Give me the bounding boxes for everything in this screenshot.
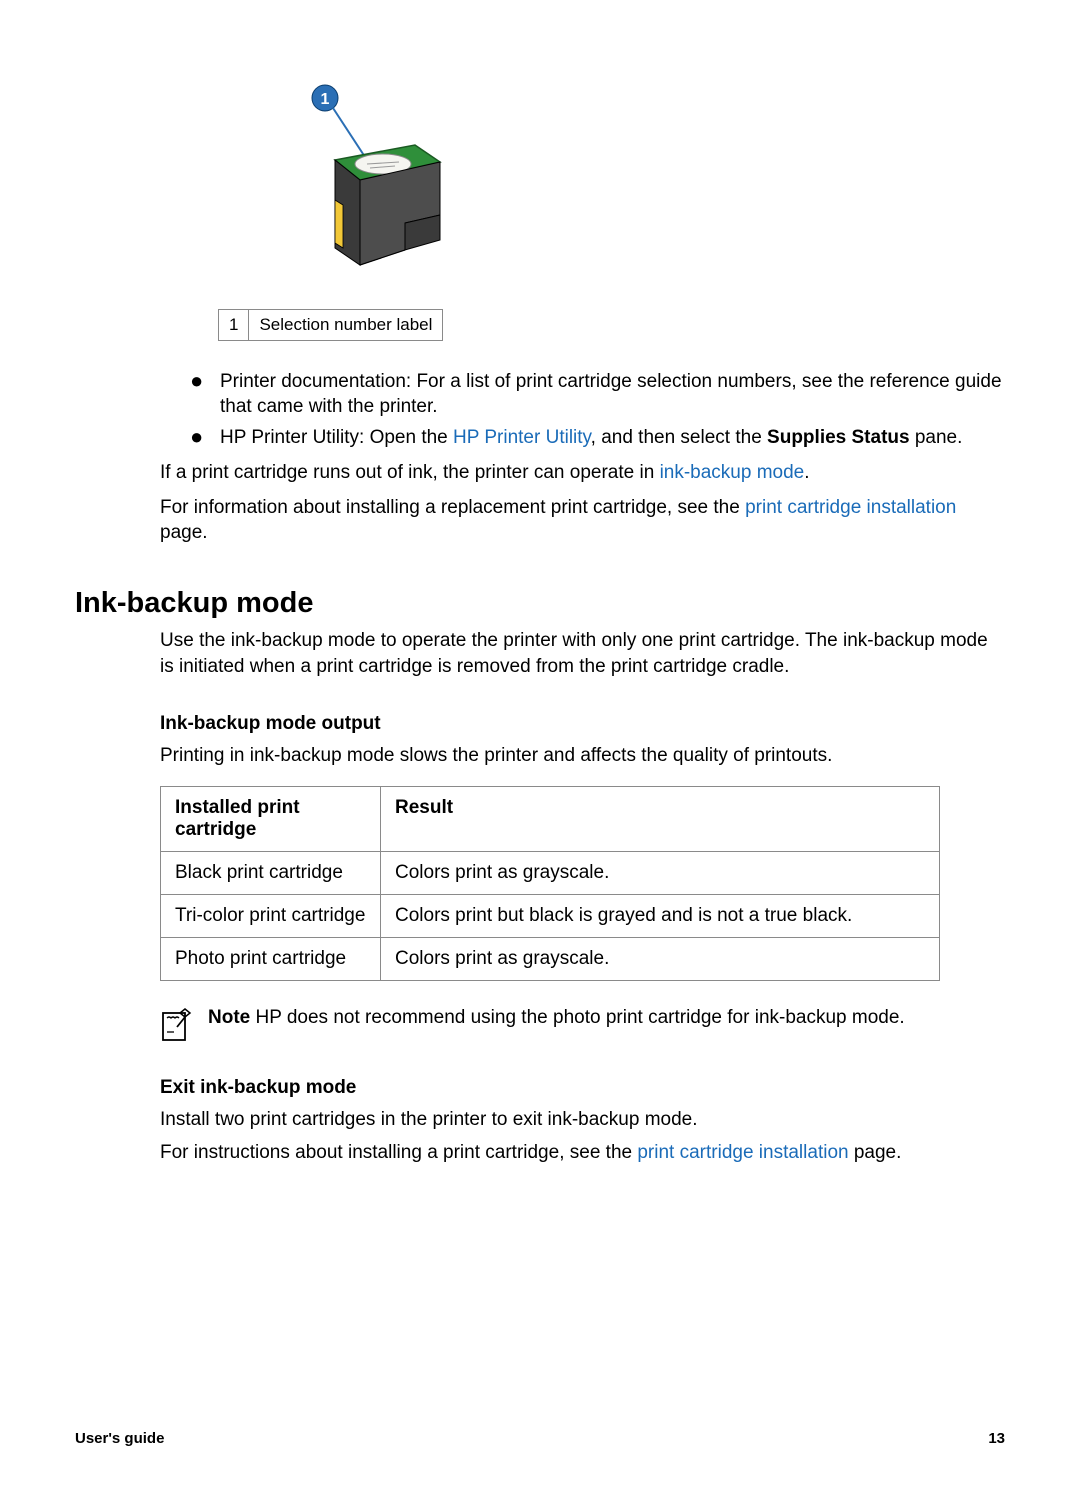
legend-num: 1 (219, 310, 249, 341)
print-cartridge-installation-link[interactable]: print cartridge installation (637, 1142, 848, 1163)
table-header: Installed print cartridge (161, 786, 381, 851)
table-row: Photo print cartridge Colors print as gr… (161, 937, 940, 980)
list-item: ● HP Printer Utility: Open the HP Printe… (190, 425, 1005, 450)
exit-p2: For instructions about installing a prin… (160, 1140, 1005, 1165)
print-cartridge-installation-link[interactable]: print cartridge installation (745, 497, 956, 518)
table-header: Result (381, 786, 940, 851)
svg-text:1: 1 (321, 91, 330, 108)
paragraph: If a print cartridge runs out of ink, th… (160, 460, 1005, 485)
footer-title: User's guide (75, 1430, 164, 1447)
ink-backup-output-table: Installed print cartridge Result Black p… (160, 786, 940, 981)
output-subheading: Ink-backup mode output (160, 713, 1005, 735)
list-item: ● Printer documentation: For a list of p… (190, 369, 1005, 419)
cartridge-illustration: 1 (285, 80, 1005, 295)
exit-p1: Install two print cartridges in the prin… (160, 1107, 1005, 1132)
section-heading: Ink-backup mode (75, 587, 1005, 620)
exit-subheading: Exit ink-backup mode (160, 1077, 1005, 1099)
legend-label: Selection number label (249, 310, 443, 341)
table-row: Tri-color print cartridge Colors print b… (161, 894, 940, 937)
section-intro: Use the ink-backup mode to operate the p… (160, 628, 1005, 678)
note-icon (160, 1007, 192, 1043)
hp-printer-utility-link[interactable]: HP Printer Utility (453, 427, 591, 448)
bullet-text: HP Printer Utility: Open the HP Printer … (220, 425, 1005, 450)
page-number: 13 (988, 1430, 1005, 1447)
ink-backup-mode-link[interactable]: ink-backup mode (660, 462, 805, 483)
table-row: Black print cartridge Colors print as gr… (161, 851, 940, 894)
note-block: Note HP does not recommend using the pho… (160, 1005, 1005, 1043)
page-footer: User's guide 13 (75, 1430, 1005, 1447)
legend-table: 1 Selection number label (218, 309, 443, 341)
output-desc: Printing in ink-backup mode slows the pr… (160, 743, 1005, 768)
note-text: Note HP does not recommend using the pho… (208, 1005, 1005, 1030)
bullet-text: Printer documentation: For a list of pri… (220, 369, 1005, 419)
paragraph: For information about installing a repla… (160, 495, 1005, 545)
bullet-list: ● Printer documentation: For a list of p… (190, 369, 1005, 450)
